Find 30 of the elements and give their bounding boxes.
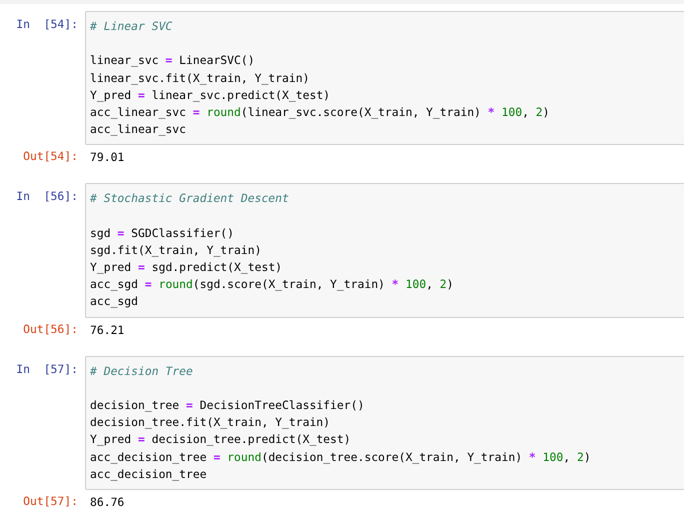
code-line: acc_linear_svc = round(linear_svc.score(X_train, Y_train) * 100, 2) (90, 104, 551, 121)
code-line: linear_svc.fit(X_train, Y_train) (90, 70, 310, 87)
output-prompt: Out[57]: (22, 494, 79, 508)
code-input[interactable]: # Linear SVC linear_svc = LinearSVC() linear_svc.fit(X_train, Y_train) Y_pred = linear_svc.predict(X_test) acc_linear_svc = round(linear_svc.score(X_train, Y_train) * 100, 2) acc_linear_svc (85, 11, 684, 146)
code-line: decision_tree = DecisionTreeClassifier() (90, 397, 366, 414)
code-line: sgd.fit(X_train, Y_train) (90, 242, 262, 259)
code-line: acc_sgd = round(sgd.score(X_train, Y_train) * 100, 2) (90, 276, 455, 294)
code-line: acc_decision_tree (90, 466, 208, 483)
code-input[interactable]: # Stochastic Gradient Descent sgd = SGDClassifier() sgd.fit(X_train, Y_train) Y_pred = sgd.predict(X_test) acc_sgd = round(sgd.score(X_train, Y_train) * 100, 2) acc_sgd (85, 183, 684, 318)
code-line: sgd = SGDClassifier() (90, 224, 236, 242)
code-line: decision_tree.fit(X_train, Y_train) (90, 414, 332, 432)
output-text: 86.76 (89, 494, 124, 511)
output-text: 76.21 (89, 322, 124, 339)
code-line: # Decision Tree (90, 362, 194, 380)
output-prompt: Out[56]: (22, 322, 79, 336)
code-line: Y_pred = decision_tree.predict(X_test) (90, 431, 352, 448)
code-line: acc_sgd (90, 293, 140, 310)
code-line: # Stochastic Gradient Descent (90, 190, 290, 208)
output-text: 79.01 (89, 149, 124, 166)
code-line: acc_linear_svc (90, 121, 188, 138)
code-line: # Linear SVC (90, 18, 174, 35)
code-line: acc_decision_tree = round(decision_tree.score(X_train, Y_train) * 100, 2) (90, 448, 592, 466)
input-prompt: In [56]: (15, 188, 79, 204)
code-line: Y_pred = sgd.predict(X_test) (90, 259, 284, 276)
code-input[interactable] (85, 356, 684, 490)
input-prompt: In [54]: (15, 16, 79, 31)
code-line: Y_pred = linear_svc.predict(X_test) (90, 86, 332, 104)
output-prompt: Out[54]: (22, 149, 79, 164)
input-prompt: In [57]: (15, 360, 79, 376)
code-line: linear_svc = LinearSVC() (90, 52, 256, 70)
